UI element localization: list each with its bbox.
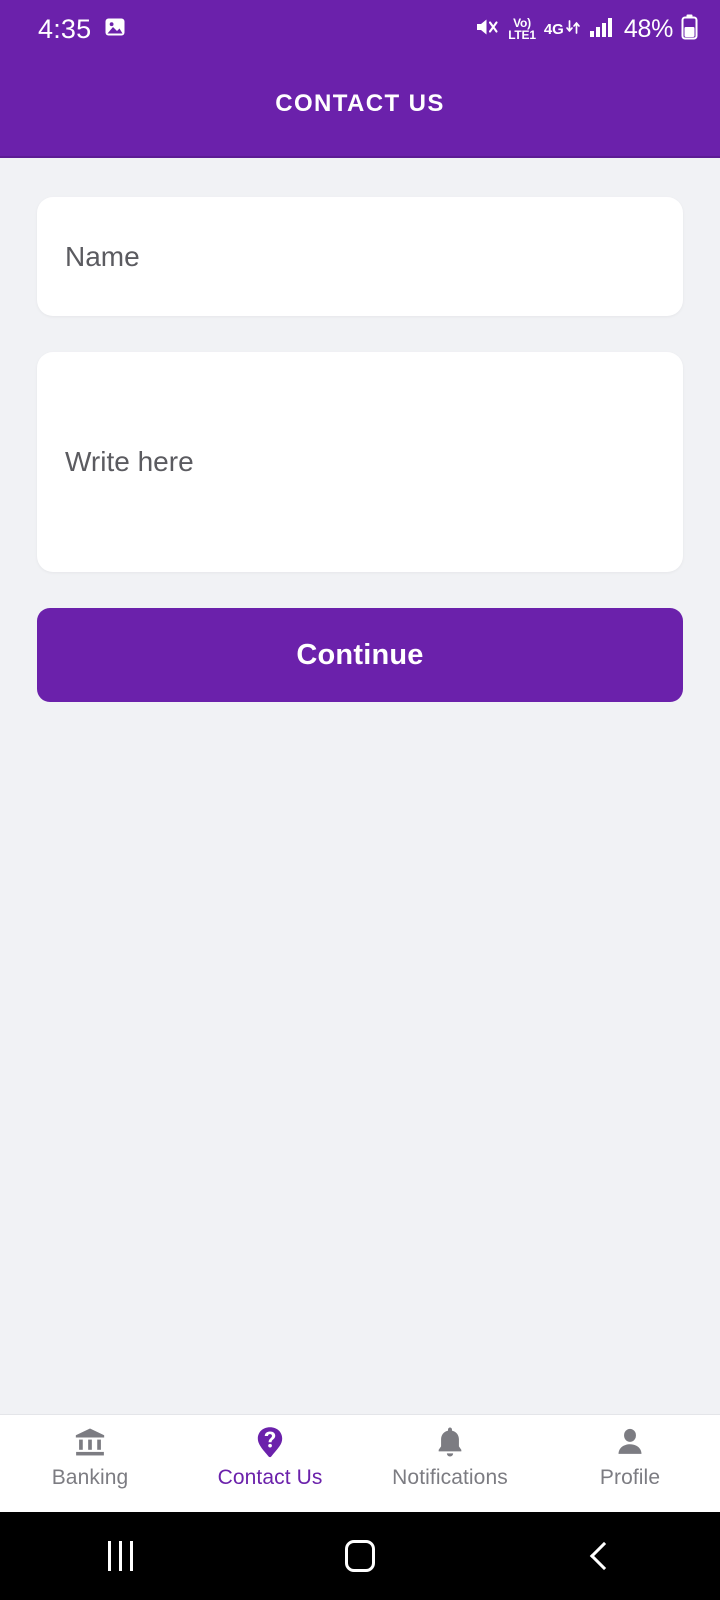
mute-icon <box>474 15 500 44</box>
bell-icon <box>433 1424 467 1460</box>
home-icon <box>345 1540 375 1572</box>
status-bar-left: 4:35 <box>38 14 127 45</box>
bank-icon <box>73 1424 107 1460</box>
home-button[interactable] <box>305 1512 415 1600</box>
message-input[interactable] <box>65 442 655 482</box>
data-transfer-icon <box>565 17 581 42</box>
message-field-card[interactable] <box>37 352 683 572</box>
app-screen: 4:35 Vo) LTE1 4G 48% CONTACT US Name Wri… <box>0 0 720 1600</box>
volte-indicator: Vo) LTE1 <box>508 16 536 42</box>
status-bar-clock: 4:35 <box>38 13 92 44</box>
back-chevron-icon <box>589 1541 619 1571</box>
back-button[interactable] <box>545 1512 655 1600</box>
android-system-nav <box>0 1512 720 1600</box>
continue-button[interactable]: Continue <box>37 608 683 702</box>
battery-icon <box>681 14 698 45</box>
battery-percent-label: 48% <box>623 14 673 43</box>
page-title: CONTACT US <box>275 90 445 117</box>
name-field-card[interactable] <box>37 197 683 316</box>
image-icon <box>103 15 127 44</box>
recents-icon <box>107 1541 133 1571</box>
help-pin-icon <box>253 1424 287 1460</box>
network-type-indicator: 4G <box>544 17 581 42</box>
main-content: Continue <box>0 158 720 1414</box>
nav-item-contact-us[interactable]: Contact Us <box>190 1424 350 1490</box>
signal-bars-icon <box>589 16 616 43</box>
nav-label-profile: Profile <box>599 1466 661 1489</box>
nav-label-banking: Banking <box>51 1466 129 1489</box>
nav-label-notifications: Notifications <box>392 1466 508 1489</box>
nav-label-contact-us: Contact Us <box>217 1466 323 1489</box>
app-header: 4:35 Vo) LTE1 4G 48% CONTACT US <box>0 0 720 158</box>
status-bar-right: Vo) LTE1 4G 48% <box>474 14 698 45</box>
person-icon <box>613 1424 647 1460</box>
nav-item-banking[interactable]: Banking <box>10 1424 170 1490</box>
name-input[interactable] <box>65 240 655 273</box>
status-bar: 4:35 Vo) LTE1 4G 48% <box>0 0 720 58</box>
nav-item-profile[interactable]: Profile <box>550 1424 710 1490</box>
nav-item-notifications[interactable]: Notifications <box>370 1424 530 1490</box>
bottom-navigation: Banking Contact Us Notifications Profile <box>0 1414 720 1512</box>
recents-button[interactable] <box>65 1512 175 1600</box>
